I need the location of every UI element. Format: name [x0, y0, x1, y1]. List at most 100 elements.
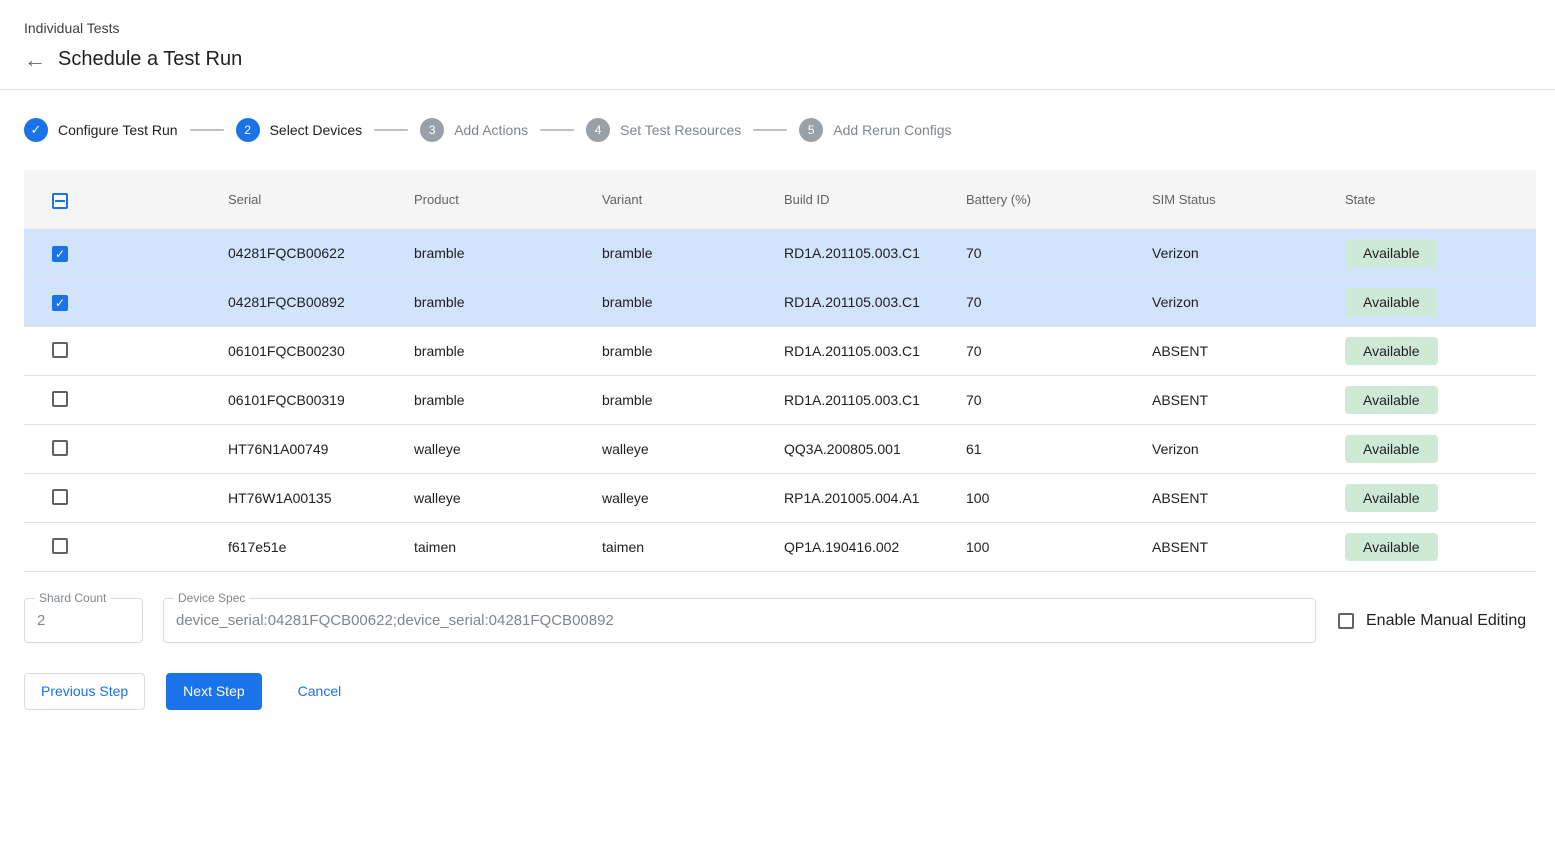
column-header-serial: Serial: [228, 192, 414, 207]
state-badge: Available: [1345, 386, 1438, 414]
step-circle-icon: 2: [236, 118, 260, 142]
cell-sim-status: ABSENT: [1152, 490, 1345, 506]
cell-battery: 61: [966, 441, 1152, 457]
row-checkbox[interactable]: [52, 295, 68, 311]
cell-product: taimen: [414, 539, 602, 555]
stepper-step-4[interactable]: 4 Set Test Resources: [586, 118, 741, 142]
next-step-button[interactable]: Next Step: [166, 673, 261, 710]
shard-count-value: 2: [25, 612, 57, 629]
table-row[interactable]: 06101FQCB00319 bramble bramble RD1A.2011…: [24, 376, 1536, 425]
fields-row: Shard Count 2 Device Spec device_serial:…: [24, 598, 1531, 643]
cell-product: bramble: [414, 343, 602, 359]
stepper-connector: [374, 129, 408, 131]
cell-sim-status: Verizon: [1152, 294, 1345, 310]
cell-battery: 70: [966, 343, 1152, 359]
column-header-sim-status: SIM Status: [1152, 192, 1345, 207]
row-checkbox[interactable]: [52, 342, 68, 358]
select-all-checkbox[interactable]: [52, 193, 68, 209]
cell-variant: bramble: [602, 245, 784, 261]
check-icon: [24, 118, 48, 142]
stepper-connector: [540, 129, 574, 131]
cell-sim-status: ABSENT: [1152, 539, 1345, 555]
cell-build-id: QQ3A.200805.001: [784, 441, 966, 457]
enable-manual-editing[interactable]: Enable Manual Editing: [1338, 612, 1526, 630]
state-badge: Available: [1345, 239, 1438, 267]
row-checkbox[interactable]: [52, 246, 68, 262]
row-checkbox[interactable]: [52, 391, 68, 407]
row-checkbox[interactable]: [52, 489, 68, 505]
row-checkbox[interactable]: [52, 538, 68, 554]
column-header-build-id: Build ID: [784, 192, 966, 207]
cell-variant: bramble: [602, 392, 784, 408]
stepper-step-1[interactable]: Configure Test Run: [24, 118, 178, 142]
state-badge: Available: [1345, 533, 1438, 561]
cell-battery: 70: [966, 294, 1152, 310]
breadcrumb: Individual Tests: [24, 20, 1531, 36]
stepper-step-2[interactable]: 2 Select Devices: [236, 118, 363, 142]
back-arrow-icon[interactable]: ←: [24, 49, 52, 71]
column-header-variant: Variant: [602, 192, 784, 207]
cell-variant: bramble: [602, 343, 784, 359]
cell-serial: HT76W1A00135: [228, 490, 414, 506]
cell-sim-status: Verizon: [1152, 441, 1345, 457]
cell-build-id: RD1A.201105.003.C1: [784, 245, 966, 261]
table-row[interactable]: HT76N1A00749 walleye walleye QQ3A.200805…: [24, 425, 1536, 474]
table-row[interactable]: 04281FQCB00622 bramble bramble RD1A.2011…: [24, 229, 1536, 278]
cell-serial: 06101FQCB00319: [228, 392, 414, 408]
cell-variant: bramble: [602, 294, 784, 310]
table-row[interactable]: 06101FQCB00230 bramble bramble RD1A.2011…: [24, 327, 1536, 376]
actions-row: Previous Step Next Step Cancel: [24, 673, 1531, 710]
device-table: Serial Product Variant Build ID Battery …: [24, 170, 1536, 572]
cell-variant: taimen: [602, 539, 784, 555]
table-header-row: Serial Product Variant Build ID Battery …: [24, 170, 1536, 229]
cell-serial: f617e51e: [228, 539, 414, 555]
stepper-connector: [190, 129, 224, 131]
stepper-step-5[interactable]: 5 Add Rerun Configs: [799, 118, 951, 142]
step-label: Select Devices: [270, 122, 363, 138]
state-badge: Available: [1345, 288, 1438, 316]
table-row[interactable]: 04281FQCB00892 bramble bramble RD1A.2011…: [24, 278, 1536, 327]
cell-serial: 04281FQCB00622: [228, 245, 414, 261]
shard-count-field[interactable]: Shard Count 2: [24, 598, 143, 643]
cell-battery: 100: [966, 490, 1152, 506]
stepper-step-3[interactable]: 3 Add Actions: [420, 118, 528, 142]
step-label: Add Actions: [454, 122, 528, 138]
step-circle-icon: 4: [586, 118, 610, 142]
table-row[interactable]: f617e51e taimen taimen QP1A.190416.002 1…: [24, 523, 1536, 572]
page-title: Schedule a Test Run: [58, 48, 242, 71]
cell-serial: HT76N1A00749: [228, 441, 414, 457]
device-spec-label: Device Spec: [174, 591, 249, 605]
step-label: Set Test Resources: [620, 122, 741, 138]
stepper: Configure Test Run 2 Select Devices 3 Ad…: [0, 112, 1555, 148]
cell-sim-status: Verizon: [1152, 245, 1345, 261]
step-circle-icon: 3: [420, 118, 444, 142]
previous-step-button[interactable]: Previous Step: [24, 673, 145, 710]
column-header-state: State: [1345, 192, 1536, 207]
table-body: 04281FQCB00622 bramble bramble RD1A.2011…: [24, 229, 1536, 572]
cell-variant: walleye: [602, 490, 784, 506]
cell-battery: 70: [966, 392, 1152, 408]
cell-sim-status: ABSENT: [1152, 392, 1345, 408]
cell-sim-status: ABSENT: [1152, 343, 1345, 359]
enable-manual-editing-label: Enable Manual Editing: [1366, 612, 1526, 630]
cancel-button[interactable]: Cancel: [282, 674, 358, 709]
state-badge: Available: [1345, 435, 1438, 463]
step-label: Add Rerun Configs: [833, 122, 951, 138]
row-checkbox[interactable]: [52, 440, 68, 456]
cell-build-id: RD1A.201105.003.C1: [784, 343, 966, 359]
cell-product: bramble: [414, 392, 602, 408]
state-badge: Available: [1345, 337, 1438, 365]
device-spec-field[interactable]: Device Spec device_serial:04281FQCB00622…: [163, 598, 1316, 643]
state-badge: Available: [1345, 484, 1438, 512]
cell-product: walleye: [414, 441, 602, 457]
device-spec-value: device_serial:04281FQCB00622;device_seri…: [164, 612, 626, 629]
cell-build-id: RD1A.201105.003.C1: [784, 294, 966, 310]
step-circle-icon: 5: [799, 118, 823, 142]
cell-serial: 06101FQCB00230: [228, 343, 414, 359]
table-row[interactable]: HT76W1A00135 walleye walleye RP1A.201005…: [24, 474, 1536, 523]
cell-build-id: RP1A.201005.004.A1: [784, 490, 966, 506]
enable-manual-editing-checkbox[interactable]: [1338, 613, 1354, 629]
cell-variant: walleye: [602, 441, 784, 457]
cell-battery: 100: [966, 539, 1152, 555]
column-header-battery: Battery (%): [966, 192, 1152, 207]
